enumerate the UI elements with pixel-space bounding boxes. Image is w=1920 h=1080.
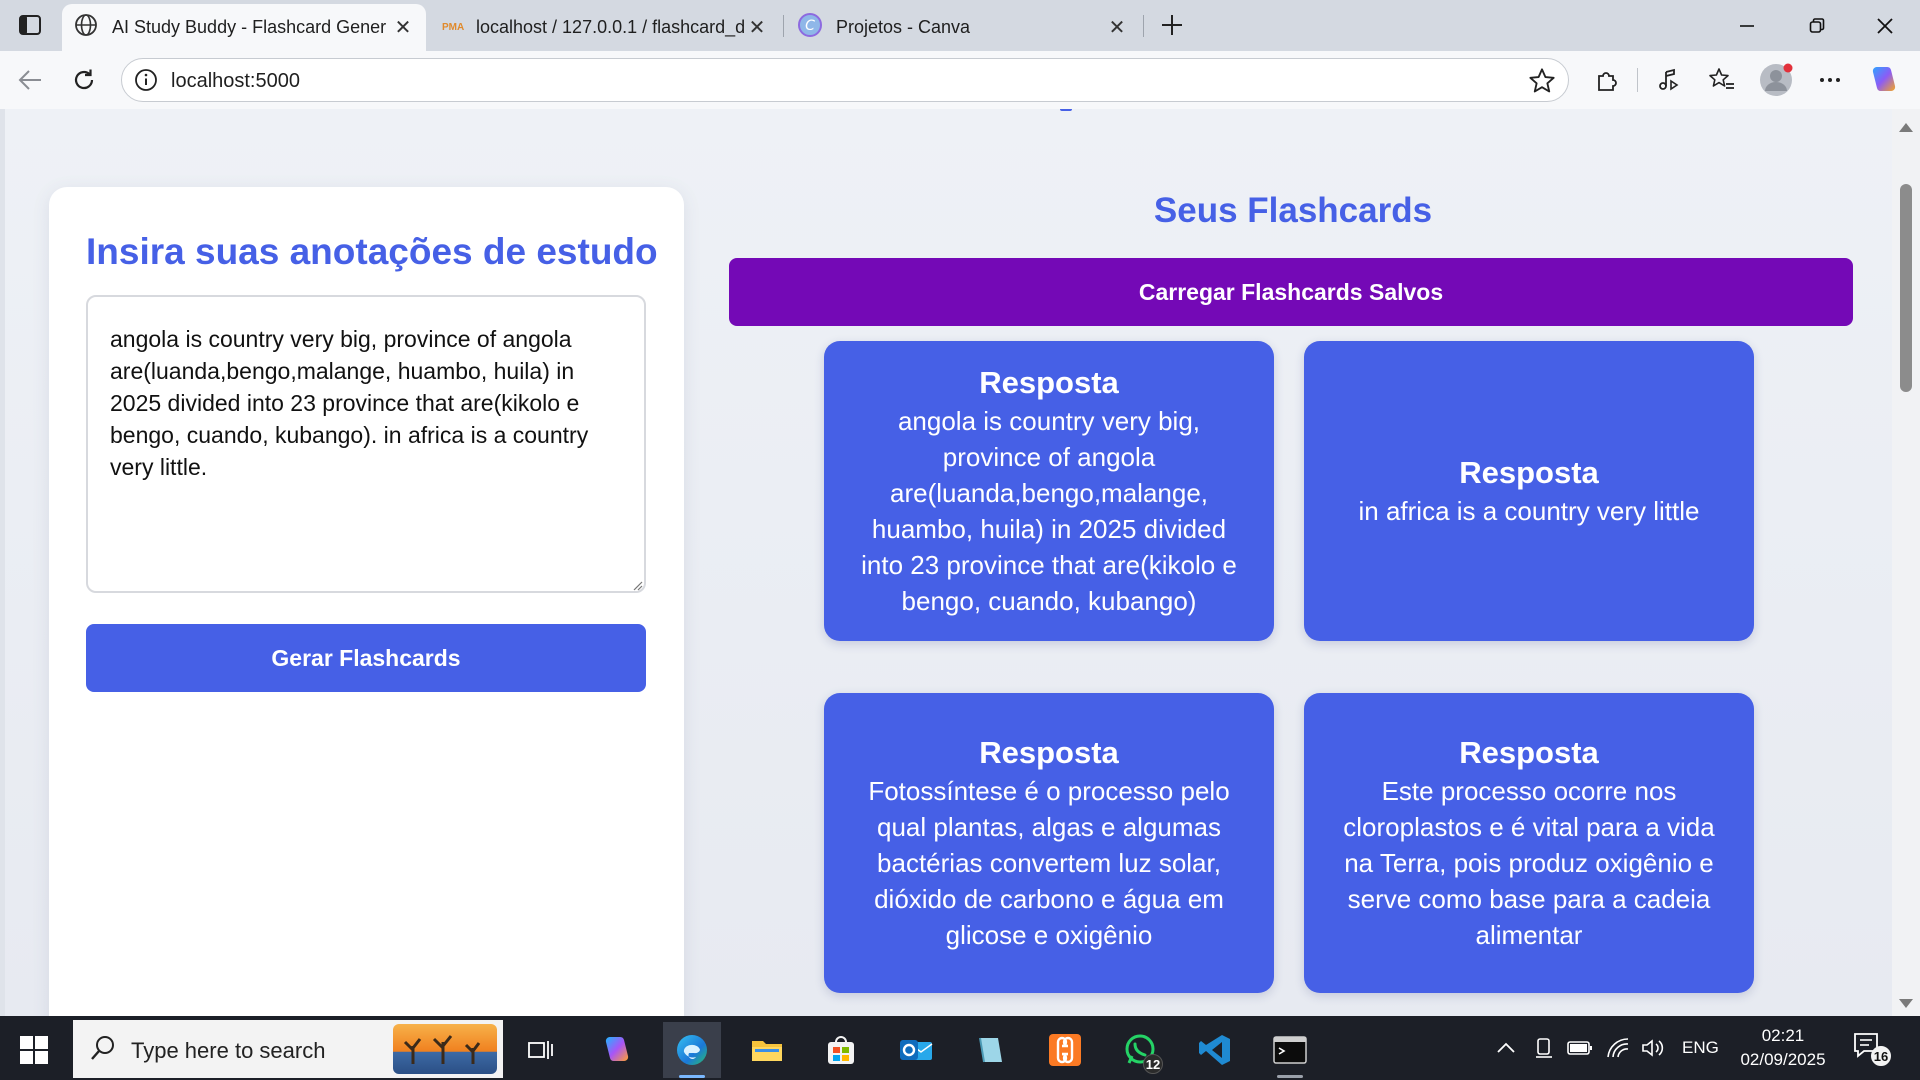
- refresh-button[interactable]: [66, 62, 102, 98]
- scroll-down-arrow-icon[interactable]: [1899, 999, 1913, 1008]
- scrolled-element-edge: [1060, 109, 1072, 111]
- volume-icon[interactable]: [1641, 1016, 1665, 1080]
- search-placeholder: Type here to search: [131, 1038, 326, 1063]
- close-tab-icon[interactable]: ✕: [1106, 17, 1128, 39]
- canva-icon: C: [798, 13, 822, 42]
- flashcard[interactable]: Resposta in africa is a country very lit…: [1304, 341, 1754, 641]
- favorites-icon[interactable]: [1704, 62, 1740, 98]
- page-viewport: Insira suas anotações de estudo angola i…: [5, 109, 1892, 1016]
- flashcard-text: Este processo ocorre nos cloroplastos e …: [1343, 776, 1715, 950]
- search-highlight-illustration: [393, 1024, 497, 1074]
- media-playback-icon[interactable]: [1650, 62, 1686, 98]
- clock-date: 02/09/2025: [1740, 1050, 1826, 1069]
- tab-separator: [1143, 15, 1144, 37]
- notification-center-icon[interactable]: 16: [1853, 1032, 1891, 1066]
- tab-phpmyadmin[interactable]: PMA localhost / 127.0.0.1 / flashcard_d …: [430, 4, 780, 51]
- flashcard[interactable]: Resposta Fotossíntese é o processo pelo …: [824, 693, 1274, 993]
- flashcard-heading: Resposta: [979, 365, 1119, 400]
- windows-start-icon[interactable]: [20, 1036, 48, 1064]
- flashcard[interactable]: Resposta angola is country very big, pro…: [824, 341, 1274, 641]
- device-icon[interactable]: [1534, 1016, 1556, 1080]
- taskbar-clock[interactable]: 02:21 02/09/2025: [1730, 1024, 1836, 1072]
- notification-count-badge: 16: [1871, 1046, 1891, 1066]
- sidebar-toggle-icon[interactable]: [16, 12, 44, 38]
- favorite-star-icon[interactable]: [1528, 67, 1556, 100]
- search-icon: [89, 1034, 117, 1067]
- back-button[interactable]: [12, 62, 48, 98]
- battery-icon[interactable]: [1567, 1016, 1593, 1080]
- input-language-indicator[interactable]: ENG: [1682, 1016, 1719, 1080]
- wifi-icon[interactable]: [1606, 1016, 1630, 1080]
- globe-icon: [74, 13, 98, 42]
- minimize-button[interactable]: [1712, 0, 1782, 51]
- file-explorer-icon[interactable]: [738, 1022, 796, 1078]
- tab-separator: [783, 15, 784, 37]
- extensions-icon[interactable]: [1590, 62, 1626, 98]
- profile-avatar-icon[interactable]: [1758, 62, 1794, 98]
- page-scrollbar[interactable]: [1892, 109, 1920, 1016]
- flashcard-heading: Resposta: [1459, 455, 1599, 490]
- textarea-resize-handle-icon[interactable]: [631, 578, 643, 591]
- site-info-icon[interactable]: [134, 68, 158, 97]
- url-text[interactable]: localhost:5000: [171, 70, 300, 93]
- close-tab-icon[interactable]: ✕: [392, 17, 414, 39]
- copilot-app-icon[interactable]: [588, 1022, 646, 1078]
- more-options-icon[interactable]: [1812, 62, 1848, 98]
- xampp-icon[interactable]: [1036, 1022, 1094, 1078]
- whatsapp-unread-badge: 12: [1143, 1054, 1163, 1074]
- tab-title: localhost / 127.0.0.1 / flashcard_d: [476, 17, 746, 37]
- tab-canva[interactable]: C Projetos - Canva ✕: [786, 4, 1140, 51]
- tab-ai-study-buddy[interactable]: AI Study Buddy - Flashcard Gener ✕: [62, 4, 426, 51]
- whatsapp-icon[interactable]: 12: [1111, 1022, 1169, 1078]
- show-hidden-icons-chevron-up-icon[interactable]: [1496, 1016, 1516, 1080]
- close-window-button[interactable]: [1850, 0, 1920, 51]
- flashcards-section-title: Seus Flashcards: [1153, 191, 1433, 230]
- clock-time: 02:21: [1761, 1026, 1805, 1045]
- tab-title: Projetos - Canva: [836, 17, 971, 37]
- flashcard[interactable]: Resposta Este processo ocorre nos clorop…: [1304, 693, 1754, 993]
- terminal-icon[interactable]: [1261, 1022, 1319, 1078]
- flashcard-text: Fotossíntese é o processo pelo qual plan…: [868, 776, 1230, 950]
- microsoft-store-icon[interactable]: [812, 1022, 870, 1078]
- vscode-icon[interactable]: [1186, 1022, 1244, 1078]
- browser-toolbar: localhost:5000: [0, 51, 1920, 109]
- scroll-up-arrow-icon[interactable]: [1899, 123, 1913, 132]
- active-app-indicator: [679, 1075, 705, 1078]
- notes-app-icon[interactable]: [961, 1022, 1019, 1078]
- flashcard-text: angola is country very big, province of …: [861, 406, 1237, 616]
- flashcard-heading: Resposta: [1459, 735, 1599, 770]
- tab-strip: AI Study Buddy - Flashcard Gener ✕ PMA l…: [0, 0, 1920, 51]
- flashcard-heading: Resposta: [979, 735, 1119, 770]
- phpmyadmin-icon: PMA: [442, 22, 465, 33]
- running-app-indicator: [1277, 1075, 1303, 1078]
- close-tab-icon[interactable]: ✕: [746, 17, 768, 39]
- flashcard-text: in africa is a country very little: [1358, 496, 1700, 526]
- tab-title: AI Study Buddy - Flashcard Gener: [112, 17, 387, 37]
- edge-browser-icon[interactable]: [663, 1022, 721, 1078]
- restore-button[interactable]: [1782, 0, 1852, 51]
- load-saved-flashcards-button[interactable]: Carregar Flashcards Salvos: [729, 258, 1853, 326]
- new-tab-button[interactable]: [1155, 8, 1189, 42]
- notes-panel-title: Insira suas anotações de estudo: [86, 231, 658, 272]
- copilot-icon[interactable]: [1866, 62, 1902, 98]
- notes-input-panel: Insira suas anotações de estudo angola i…: [49, 187, 684, 1016]
- task-view-icon[interactable]: [512, 1022, 570, 1078]
- outlook-icon[interactable]: [887, 1022, 945, 1078]
- generate-flashcards-button[interactable]: Gerar Flashcards: [86, 624, 646, 692]
- scrollbar-thumb[interactable]: [1900, 184, 1912, 392]
- toolbar-separator: [1637, 68, 1638, 92]
- notes-textarea[interactable]: angola is country very big, province of …: [86, 295, 646, 593]
- taskbar-search-box[interactable]: Type here to search: [73, 1020, 503, 1078]
- svg-text:C: C: [805, 18, 815, 34]
- address-bar[interactable]: localhost:5000: [121, 58, 1569, 102]
- windows-taskbar: Type here to search 12 ENG 02:21 02/09/2…: [0, 1016, 1920, 1080]
